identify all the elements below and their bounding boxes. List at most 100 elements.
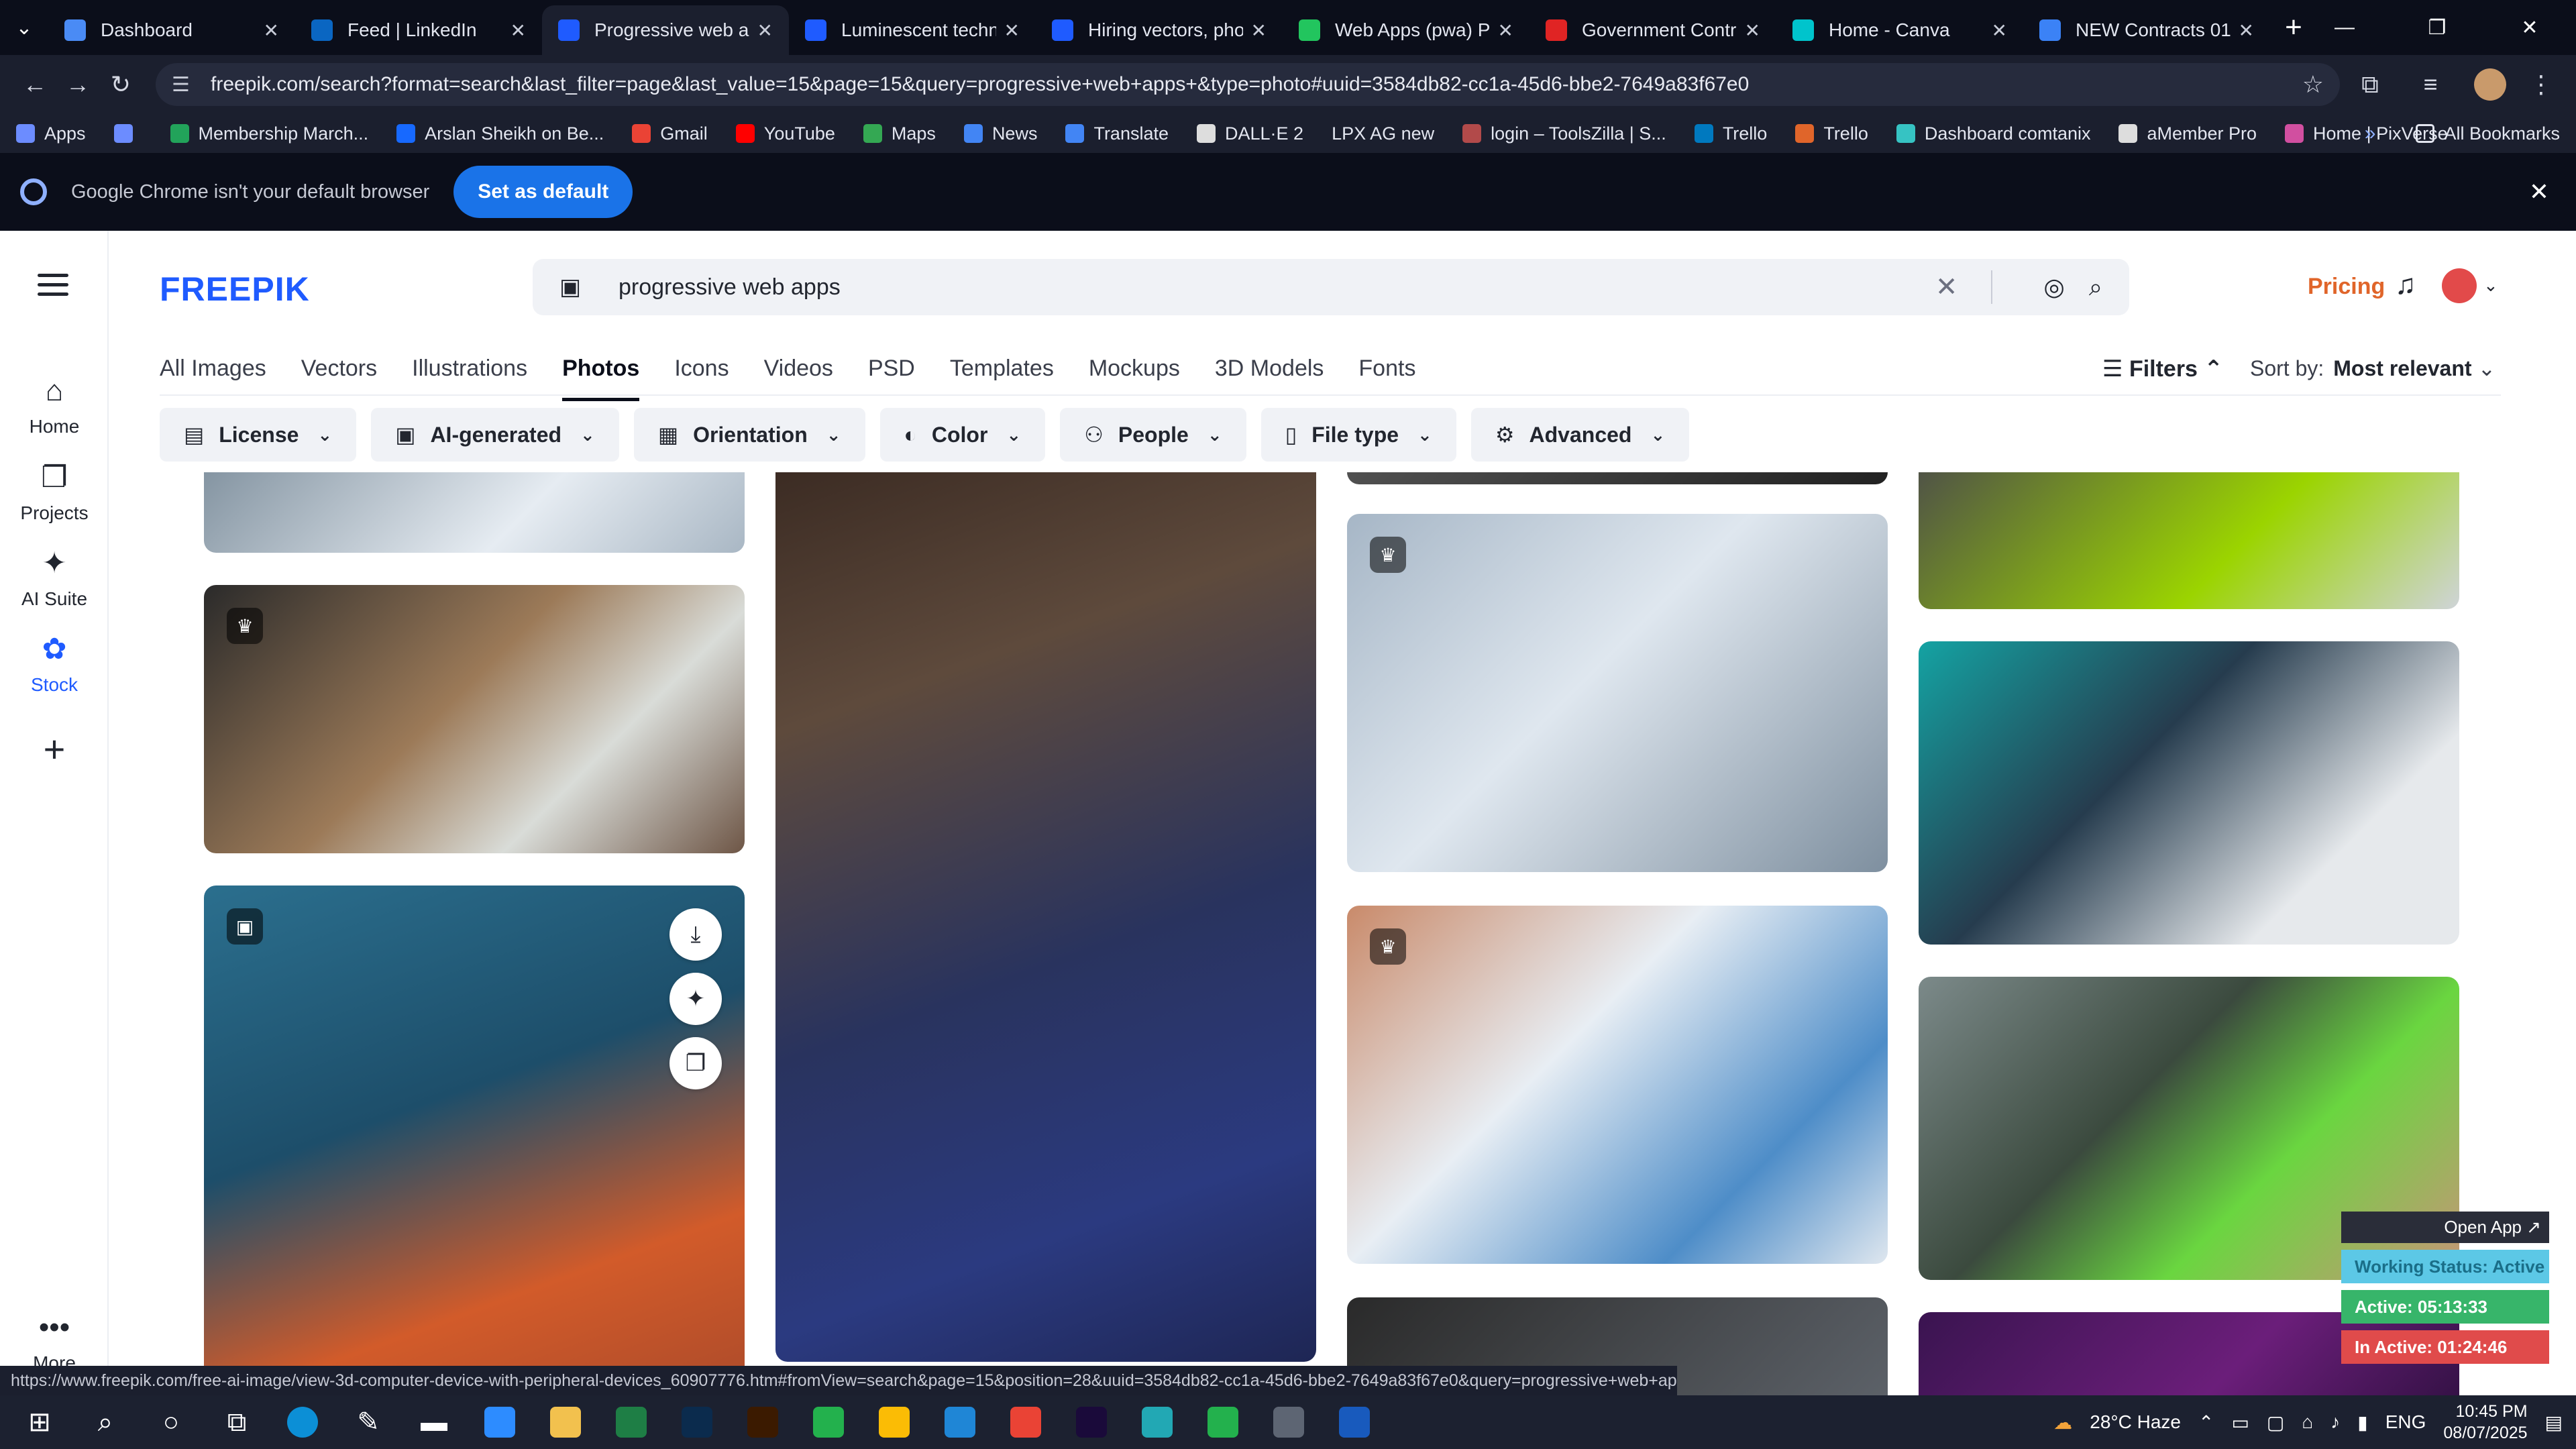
- excel-taskbar-icon[interactable]: [598, 1395, 664, 1449]
- browser-tab[interactable]: NEW Contracts 01.pd ✕: [2023, 5, 2270, 55]
- bookmark-item[interactable]: Maps: [863, 123, 936, 144]
- display-icon[interactable]: ▢: [2267, 1411, 2284, 1434]
- green-app-2-taskbar-icon[interactable]: [1190, 1395, 1256, 1449]
- browser-tab[interactable]: Feed | LinkedIn ✕: [295, 5, 542, 55]
- more-bookmarks-icon[interactable]: »: [2365, 122, 2376, 145]
- download-icon[interactable]: ⤓: [669, 908, 722, 961]
- freepik-logo[interactable]: FREEPIK: [160, 270, 310, 309]
- clock[interactable]: 10:45 PM 08/07/2025: [2443, 1401, 2527, 1444]
- browser-tab[interactable]: Home - Canva ✕: [1776, 5, 2023, 55]
- restore-icon[interactable]: ❐: [2391, 0, 2483, 55]
- close-tab-icon[interactable]: ✕: [1498, 19, 1513, 42]
- minimize-icon[interactable]: —: [2298, 0, 2391, 55]
- close-tab-icon[interactable]: ✕: [1992, 19, 2007, 42]
- image-card[interactable]: [1919, 641, 2459, 945]
- bookmark-item[interactable]: News: [963, 123, 1037, 144]
- search-icon[interactable]: ⌕: [2089, 273, 2102, 302]
- bookmark-item[interactable]: Membership March...: [170, 123, 368, 144]
- image-card[interactable]: [1347, 472, 1888, 484]
- set-default-button[interactable]: Set as default: [453, 166, 633, 218]
- teal-app-taskbar-icon[interactable]: [1124, 1395, 1190, 1449]
- sidebar-item-home[interactable]: ⌂ Home: [0, 374, 109, 437]
- show-hidden-icons[interactable]: ⌃: [2198, 1411, 2214, 1434]
- filters-toggle[interactable]: ☰ Filters ⌃: [2102, 356, 2223, 382]
- media-controls-icon[interactable]: ≡: [2400, 70, 2461, 99]
- task-view-icon[interactable]: ⧉: [204, 1395, 270, 1449]
- profile-avatar[interactable]: [2474, 68, 2506, 101]
- tab-search-icon[interactable]: ⌄: [0, 0, 48, 55]
- chevron-down-icon[interactable]: ⌄: [2483, 275, 2498, 296]
- filter-chip[interactable]: ⚇ People ⌄: [1060, 408, 1246, 462]
- close-tab-icon[interactable]: ✕: [2239, 19, 2254, 42]
- sort-dropdown[interactable]: Sort by: Most relevant ⌄: [2250, 356, 2496, 381]
- bookmark-star-icon[interactable]: ☆: [2302, 70, 2324, 99]
- meet-icon[interactable]: ▭: [2231, 1411, 2249, 1434]
- open-app-link[interactable]: Open App ↗: [2341, 1212, 2549, 1243]
- search-input[interactable]: progressive web apps: [619, 274, 1935, 301]
- notification-bell-icon[interactable]: ♫: [2395, 268, 2416, 301]
- bookmark-item[interactable]: Arslan Sheikh on Be...: [396, 123, 604, 144]
- close-banner-icon[interactable]: ✕: [2529, 178, 2549, 206]
- bookmark-item[interactable]: Translate: [1065, 123, 1169, 144]
- bookmark-item[interactable]: Trello: [1795, 123, 1868, 144]
- filter-chip[interactable]: ▤ License ⌄: [160, 408, 357, 462]
- volume-icon[interactable]: ♪: [2330, 1411, 2340, 1433]
- menu-icon[interactable]: [38, 274, 68, 302]
- image-card[interactable]: ▣ ⤓ ✦ ❐: [204, 885, 745, 1395]
- save-collection-icon[interactable]: ❐: [669, 1037, 722, 1089]
- close-tab-icon[interactable]: ✕: [757, 19, 773, 42]
- image-card[interactable]: [775, 472, 1316, 1362]
- vscode-taskbar-icon[interactable]: [927, 1395, 993, 1449]
- word-taskbar-icon[interactable]: [1322, 1395, 1387, 1449]
- cortana-icon[interactable]: ○: [138, 1395, 204, 1449]
- clear-search-icon[interactable]: ✕: [1935, 272, 1958, 303]
- user-avatar[interactable]: [2442, 268, 2477, 303]
- chrome-active-taskbar-icon[interactable]: [993, 1395, 1059, 1449]
- bookmark-item[interactable]: [113, 124, 142, 143]
- illustrator-taskbar-icon[interactable]: [730, 1395, 796, 1449]
- calculator-taskbar-icon[interactable]: [1256, 1395, 1322, 1449]
- bookmark-item[interactable]: YouTube: [735, 123, 835, 144]
- battery-icon[interactable]: ▮: [2357, 1411, 2367, 1434]
- zoom-taskbar-icon[interactable]: [467, 1395, 533, 1449]
- bookmark-item[interactable]: Apps: [16, 123, 86, 144]
- network-icon[interactable]: ⌂: [2302, 1411, 2313, 1433]
- edge-icon[interactable]: [270, 1395, 335, 1449]
- filter-chip[interactable]: ▣ AI-generated ⌄: [371, 408, 619, 462]
- bookmark-item[interactable]: aMember Pro: [2118, 123, 2257, 144]
- browser-tab[interactable]: Luminescent technolo ✕: [789, 5, 1036, 55]
- chrome-menu-icon[interactable]: ⋮: [2520, 70, 2563, 99]
- premiere-taskbar-icon[interactable]: [1059, 1395, 1124, 1449]
- filter-chip[interactable]: ◐ Color ⌄: [879, 408, 1046, 462]
- image-card[interactable]: ♛: [1347, 514, 1888, 872]
- notification-center-icon[interactable]: ▤: [2545, 1411, 2563, 1434]
- reload-icon[interactable]: ↻: [99, 70, 142, 99]
- extensions-icon[interactable]: ⧉: [2340, 70, 2400, 99]
- windows-start-icon[interactable]: ⊞: [7, 1395, 72, 1449]
- bookmark-item[interactable]: LPX AG new: [1332, 123, 1434, 144]
- image-card[interactable]: ♛: [204, 585, 745, 853]
- pen-icon[interactable]: ✎: [335, 1395, 401, 1449]
- bookmark-item[interactable]: Gmail: [632, 123, 708, 144]
- all-bookmarks[interactable]: All Bookmarks: [2416, 123, 2560, 144]
- filter-chip[interactable]: ▯ File type ⌄: [1260, 408, 1456, 462]
- bookmark-item[interactable]: DALL·E 2: [1197, 123, 1303, 144]
- bookmark-item[interactable]: login – ToolsZilla | S...: [1462, 123, 1666, 144]
- image-card[interactable]: [1919, 472, 2459, 609]
- image-card[interactable]: [204, 472, 745, 553]
- filter-chip[interactable]: ▦ Orientation ⌄: [633, 408, 865, 462]
- forward-icon[interactable]: →: [56, 70, 99, 99]
- close-tab-icon[interactable]: ✕: [1004, 19, 1020, 42]
- close-tab-icon[interactable]: ✕: [1745, 19, 1760, 42]
- chrome-taskbar-icon[interactable]: [861, 1395, 927, 1449]
- bookmark-item[interactable]: Trello: [1694, 123, 1767, 144]
- pricing-link[interactable]: Pricing: [2308, 274, 2385, 300]
- browser-tab[interactable]: Web Apps (pwa) Pictu ✕: [1283, 5, 1529, 55]
- site-info-icon[interactable]: ☰: [172, 73, 199, 97]
- browser-tab[interactable]: Progressive web app ✕: [542, 5, 789, 55]
- browser-tab[interactable]: Government Contrac ✕: [1529, 5, 1776, 55]
- camera-search-icon[interactable]: ◎: [2043, 273, 2064, 301]
- green-app-taskbar-icon[interactable]: [796, 1395, 861, 1449]
- image-card[interactable]: ♛: [1347, 906, 1888, 1264]
- close-tab-icon[interactable]: ✕: [1251, 19, 1267, 42]
